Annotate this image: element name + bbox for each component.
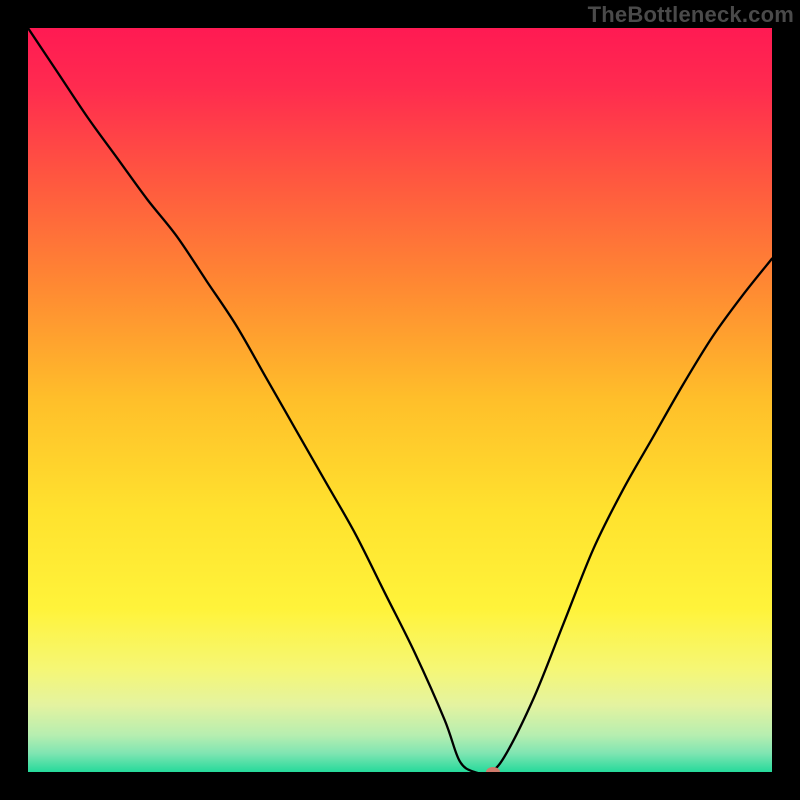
gradient-background [28,28,772,772]
watermark-text: TheBottleneck.com [588,2,794,28]
plot-area [28,28,772,772]
chart-frame: TheBottleneck.com [0,0,800,800]
chart-svg [28,28,772,772]
